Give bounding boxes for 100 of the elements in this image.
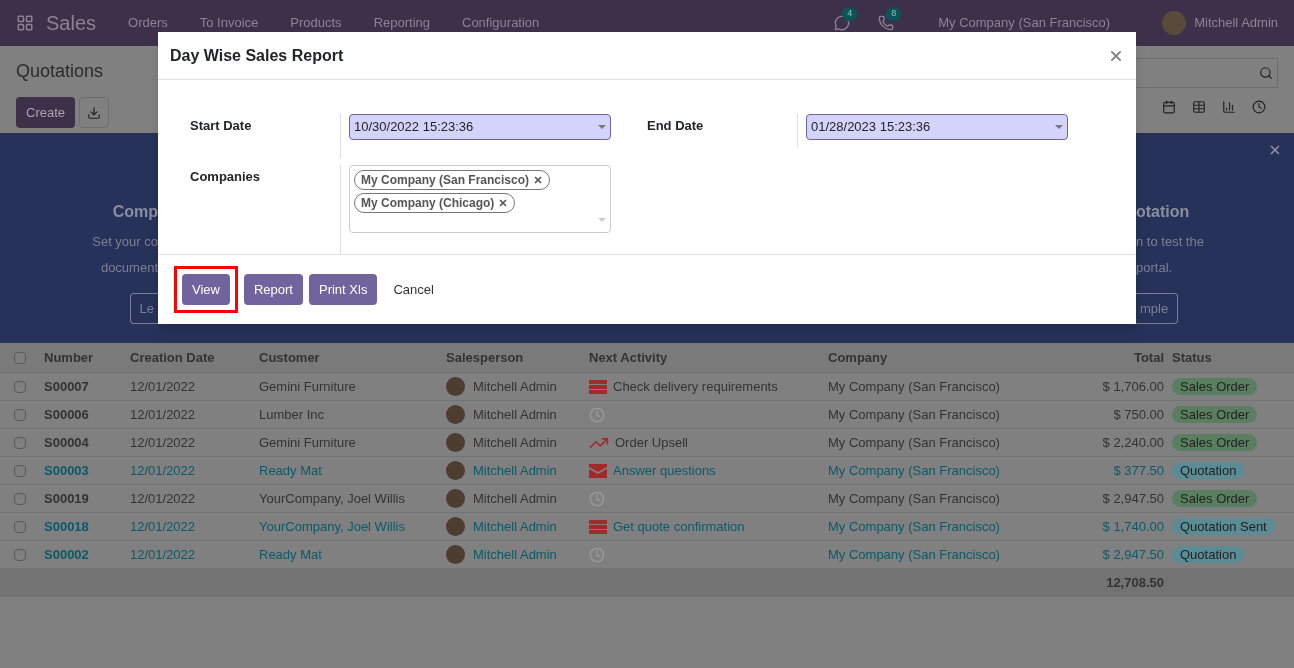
column-header[interactable]: Number <box>40 347 126 368</box>
dropdown-arrow-icon <box>598 125 606 129</box>
table-cell-text: YourCompany, Joel Willis <box>258 517 406 536</box>
table-cell-text: 12/01/2022 <box>129 489 197 508</box>
banner-text: n to test the <box>1136 233 1204 251</box>
table-cell-text: Mitchell Admin <box>473 489 557 508</box>
table-cell-text: Gemini Furniture <box>258 433 357 452</box>
table-cell-text: My Company (San Francisco) <box>827 517 1001 536</box>
checkbox[interactable] <box>14 548 26 561</box>
activity-text[interactable]: Get quote confirmation <box>613 516 745 537</box>
table-cell-text: $ 377.50 <box>1112 461 1165 480</box>
column-header[interactable]: Total <box>1042 347 1168 368</box>
notification-count: 4 <box>842 7 858 21</box>
apps-menu-icon[interactable] <box>16 14 34 32</box>
status-badge: Quotation Sent <box>1172 517 1275 535</box>
dialog-button[interactable]: Print Xls <box>309 274 378 305</box>
avatar <box>446 461 465 480</box>
grand-total: 12,708.50 <box>1105 574 1165 593</box>
column-header[interactable]: Customer <box>255 347 442 368</box>
clock-icon <box>589 490 605 507</box>
checkbox[interactable] <box>14 351 26 364</box>
banner-title: otation <box>1136 202 1190 222</box>
table-cell-text: Mitchell Admin <box>473 517 557 536</box>
avatar <box>446 405 465 424</box>
table-cell-text: My Company (San Francisco) <box>827 545 1001 564</box>
menu-item[interactable]: Reporting <box>373 13 430 33</box>
activity-text[interactable]: Check delivery requirements <box>613 376 778 397</box>
calendar-icon[interactable] <box>1162 100 1176 114</box>
clock-icon[interactable] <box>1252 100 1266 114</box>
column-header[interactable]: Status <box>1168 347 1294 368</box>
download-button[interactable] <box>79 97 110 128</box>
phone-icon[interactable] <box>878 15 895 31</box>
companies-field[interactable]: My Company (San Francisco) My Company (Chicago) <box>349 164 611 233</box>
dialog-button[interactable]: Cancel <box>383 274 444 305</box>
table-row[interactable]: S00004 12/01/2022 Gemini Furniture Mitchell Admin Order Upsell My Company (San Francisco) $ 2,240.00 Sales Order <box>0 429 1294 457</box>
table-row[interactable]: S00006 12/01/2022 Lumber Inc Mitchell Admin My Company (San Francisco) $ 750.00 Sales Order <box>0 401 1294 429</box>
menu-item[interactable]: Orders <box>128 13 168 33</box>
checkbox[interactable] <box>14 492 26 505</box>
close-icon[interactable] <box>1268 143 1282 157</box>
table-cell-text: Lumber Inc <box>258 405 326 424</box>
table-cell-text: Mitchell Admin <box>473 461 557 480</box>
clock-icon <box>589 406 605 423</box>
menu-item[interactable]: To Invoice <box>199 13 259 33</box>
table-cell-text: Ready Mat <box>258 545 323 564</box>
table-icon[interactable] <box>1192 100 1206 114</box>
table-cell-text: Mitchell Admin <box>473 545 557 564</box>
table-cell-text: $ 750.00 <box>1112 405 1165 424</box>
table-cell-text: Gemini Furniture <box>258 377 357 396</box>
column-header[interactable]: Creation Date <box>126 347 255 368</box>
table-cell-text: 12/01/2022 <box>129 517 197 536</box>
checkbox[interactable] <box>14 464 26 477</box>
field-label: End Date <box>647 117 705 135</box>
bar-chart-icon[interactable] <box>1222 100 1236 114</box>
checkbox[interactable] <box>14 520 26 533</box>
checkbox[interactable] <box>14 408 26 421</box>
table-row[interactable]: S00019 12/01/2022 YourCompany, Joel Willis Mitchell Admin My Company (San Francisco) $ 2,947.50 Sales Order <box>0 485 1294 513</box>
table-cell-text: 12/01/2022 <box>129 433 197 452</box>
date-field[interactable]: 10/30/2022 15:23:36 <box>349 114 611 140</box>
table-cell-text: 12/01/2022 <box>129 377 197 396</box>
dialog-button[interactable]: View <box>182 274 230 305</box>
notification-count: 8 <box>886 7 902 21</box>
status-badge: Sales Order <box>1172 405 1258 423</box>
table-row[interactable]: S00018 12/01/2022 YourCompany, Joel Willis Mitchell Admin Get quote confirmation My Company (San Francisco) $ 1,740.00 Quotation Sent <box>0 513 1294 541</box>
table-cell-text: 12/01/2022 <box>129 461 197 480</box>
list-icon <box>589 379 607 394</box>
app-name[interactable]: Sales <box>46 8 97 38</box>
table-cell-text: S00003 <box>43 461 90 480</box>
create-button[interactable]: Create <box>16 97 76 128</box>
company-switcher[interactable]: My Company (San Francisco) <box>938 13 1111 33</box>
dialog-title: Day Wise Sales Report <box>170 45 344 66</box>
banner-text: portal. <box>1136 258 1173 277</box>
table-cell-text: S00019 <box>43 489 90 508</box>
column-header[interactable]: Company <box>824 347 1042 368</box>
table-cell-text: My Company (San Francisco) <box>827 377 1001 396</box>
dialog-button[interactable]: Report <box>243 274 303 305</box>
user-name[interactable]: Mitchell Admin <box>1194 13 1278 33</box>
table-cell-text: S00018 <box>43 517 90 536</box>
checkbox[interactable] <box>14 380 26 393</box>
table-cell-text: Mitchell Admin <box>473 433 557 452</box>
table-row[interactable]: S00007 12/01/2022 Gemini Furniture Mitchell Admin Check delivery requirements My Company (San Francisco) $ 1,706.00 Sales Order <box>0 373 1294 401</box>
dropdown-arrow-icon <box>1055 125 1063 129</box>
menu-item[interactable]: Configuration <box>462 13 540 33</box>
remove-icon[interactable] <box>498 197 509 208</box>
table-cell-text: $ 1,740.00 <box>1101 517 1165 536</box>
table-cell-text: $ 2,240.00 <box>1101 433 1165 452</box>
table-row[interactable]: S00003 12/01/2022 Ready Mat Mitchell Admin Answer questions My Company (San Francisco) $ 377.50 Quotation <box>0 457 1294 485</box>
list-icon <box>589 519 607 534</box>
column-header[interactable]: Next Activity <box>585 347 824 368</box>
checkbox[interactable] <box>14 436 26 449</box>
chat-icon[interactable] <box>834 15 851 31</box>
field-label: Companies <box>190 167 262 186</box>
remove-icon[interactable] <box>533 174 544 185</box>
table-cell-text: S00006 <box>43 405 90 424</box>
column-header[interactable]: Salesperson <box>442 347 585 368</box>
menu-item[interactable]: Products <box>290 13 342 33</box>
activity-text[interactable]: Order Upsell <box>615 432 688 453</box>
activity-text[interactable]: Answer questions <box>613 460 716 481</box>
table-cell-text: My Company (San Francisco) <box>827 433 1001 452</box>
banner-text: document <box>100 258 158 277</box>
date-field[interactable]: 01/28/2023 15:23:36 <box>806 114 1068 140</box>
